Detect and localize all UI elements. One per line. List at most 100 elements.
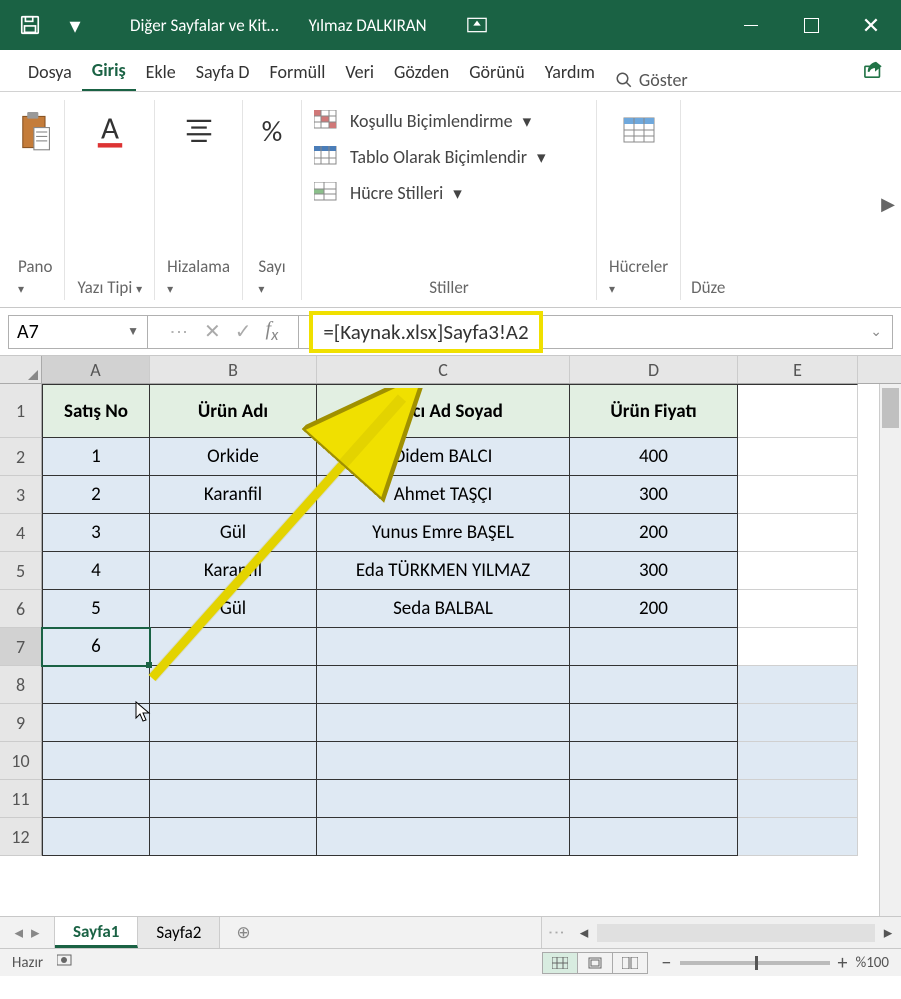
cell[interactable]: 400 bbox=[570, 438, 738, 476]
cell[interactable] bbox=[317, 742, 570, 780]
ribbon-scroll-right[interactable]: ▶ bbox=[881, 193, 895, 215]
cell[interactable] bbox=[738, 742, 858, 780]
cell[interactable] bbox=[317, 666, 570, 704]
format-as-table-button[interactable]: Tablo Olarak Biçimlendir ▾ bbox=[314, 146, 584, 168]
cell[interactable] bbox=[738, 590, 858, 628]
zoom-in-button[interactable]: + bbox=[838, 951, 848, 975]
cell[interactable]: Didem BALCI bbox=[317, 438, 570, 476]
cell[interactable] bbox=[738, 628, 858, 666]
cell[interactable] bbox=[738, 818, 858, 856]
row-header-3[interactable]: 3 bbox=[0, 476, 42, 514]
header-cell[interactable]: Satıcı Ad Soyad bbox=[317, 384, 570, 438]
cell[interactable] bbox=[738, 666, 858, 704]
cell[interactable] bbox=[570, 780, 738, 818]
fx-button[interactable]: fx bbox=[266, 318, 279, 345]
cells-button[interactable] bbox=[620, 100, 658, 152]
row-header-8[interactable]: 8 bbox=[0, 666, 42, 704]
cell[interactable] bbox=[738, 476, 858, 514]
cell[interactable] bbox=[150, 780, 317, 818]
expand-formula-bar[interactable]: ⌄ bbox=[870, 323, 882, 340]
cell[interactable]: Karanfil bbox=[150, 552, 317, 590]
view-page-break[interactable] bbox=[612, 952, 648, 974]
row-header-9[interactable]: 9 bbox=[0, 704, 42, 742]
vertical-scrollbar[interactable] bbox=[879, 384, 901, 916]
zoom-out-button[interactable]: − bbox=[662, 951, 672, 975]
select-all-corner[interactable] bbox=[0, 356, 42, 383]
tab-view[interactable]: Görünü bbox=[459, 53, 535, 91]
zoom-slider[interactable] bbox=[680, 961, 830, 965]
cell[interactable] bbox=[150, 666, 317, 704]
cell[interactable]: 3 bbox=[42, 514, 150, 552]
cell[interactable] bbox=[738, 438, 858, 476]
sheet-tab[interactable]: Sayfa2 bbox=[138, 917, 220, 948]
cell[interactable]: Seda BALBAL bbox=[317, 590, 570, 628]
row-header-7[interactable]: 7 bbox=[0, 628, 42, 666]
alignment-button[interactable] bbox=[182, 100, 216, 152]
row-header-4[interactable]: 4 bbox=[0, 514, 42, 552]
view-page-layout[interactable] bbox=[577, 952, 613, 974]
cell[interactable] bbox=[738, 552, 858, 590]
name-box[interactable]: A7 ▼ bbox=[8, 315, 148, 349]
cancel-formula-button[interactable]: ✕ bbox=[204, 319, 221, 344]
add-sheet-button[interactable]: ⊕ bbox=[220, 917, 266, 948]
save-button[interactable] bbox=[0, 0, 60, 50]
sheet-tab[interactable]: Sayfa1 bbox=[55, 917, 138, 948]
cell[interactable]: 200 bbox=[570, 514, 738, 552]
cell[interactable] bbox=[570, 742, 738, 780]
conditional-formatting-button[interactable]: Koşullu Biçimlendirme ▾ bbox=[314, 110, 584, 132]
row-header-12[interactable]: 12 bbox=[0, 818, 42, 856]
tab-pagelayout[interactable]: Sayfa D bbox=[186, 53, 260, 91]
cell[interactable]: Yunus Emre BAŞEL bbox=[317, 514, 570, 552]
cell[interactable] bbox=[42, 818, 150, 856]
cell[interactable] bbox=[150, 704, 317, 742]
tab-insert[interactable]: Ekle bbox=[136, 53, 186, 91]
zoom-control[interactable]: − + %100 bbox=[662, 951, 889, 975]
row-header-6[interactable]: 6 bbox=[0, 590, 42, 628]
zoom-level[interactable]: %100 bbox=[855, 954, 889, 972]
col-header-D[interactable]: D bbox=[570, 356, 738, 383]
minimize-button[interactable] bbox=[721, 0, 781, 50]
cell[interactable] bbox=[150, 818, 317, 856]
cell[interactable] bbox=[42, 742, 150, 780]
share-button[interactable] bbox=[857, 53, 891, 91]
header-cell[interactable]: Ürün Adı bbox=[150, 384, 317, 438]
paste-button[interactable] bbox=[18, 100, 52, 152]
tab-help[interactable]: Yardım bbox=[535, 53, 605, 91]
cell[interactable] bbox=[317, 818, 570, 856]
cell[interactable] bbox=[738, 704, 858, 742]
row-header-10[interactable]: 10 bbox=[0, 742, 42, 780]
cell[interactable] bbox=[317, 704, 570, 742]
cell[interactable]: Eda TÜRKMEN YILMAZ bbox=[317, 552, 570, 590]
cell[interactable]: Orkide bbox=[150, 438, 317, 476]
cell[interactable]: Gül bbox=[150, 514, 317, 552]
cell[interactable]: Ahmet TAŞÇI bbox=[317, 476, 570, 514]
number-button[interactable]: % bbox=[255, 100, 289, 152]
cell[interactable] bbox=[150, 742, 317, 780]
cell[interactable]: Karanfil bbox=[150, 476, 317, 514]
cell[interactable]: 2 bbox=[42, 476, 150, 514]
cell[interactable] bbox=[570, 818, 738, 856]
cell[interactable] bbox=[570, 666, 738, 704]
row-header-1[interactable]: 1 bbox=[0, 384, 42, 438]
tab-review[interactable]: Gözden bbox=[384, 53, 459, 91]
tab-file[interactable]: Dosya bbox=[18, 53, 82, 91]
tell-me[interactable]: Göster bbox=[615, 69, 688, 91]
header-cell[interactable]: Satış No bbox=[42, 384, 150, 438]
cell[interactable] bbox=[42, 666, 150, 704]
cell-selected[interactable]: 6 bbox=[42, 628, 150, 666]
cell[interactable]: 300 bbox=[570, 476, 738, 514]
col-header-A[interactable]: A bbox=[42, 356, 150, 383]
cell[interactable]: 300 bbox=[570, 552, 738, 590]
cell-styles-button[interactable]: Hücre Stilleri ▾ bbox=[314, 182, 584, 204]
cell[interactable] bbox=[570, 628, 738, 666]
cell[interactable]: 1 bbox=[42, 438, 150, 476]
header-cell[interactable]: Ürün Fiyatı bbox=[570, 384, 738, 438]
ribbon-display-options[interactable] bbox=[447, 0, 507, 50]
close-button[interactable]: ✕ bbox=[841, 0, 901, 50]
sheet-nav[interactable]: ◂▸ bbox=[0, 917, 55, 948]
col-header-C[interactable]: C bbox=[317, 356, 570, 383]
macro-record-icon[interactable] bbox=[57, 953, 75, 972]
row-header-5[interactable]: 5 bbox=[0, 552, 42, 590]
cell[interactable] bbox=[570, 704, 738, 742]
cell[interactable]: 5 bbox=[42, 590, 150, 628]
